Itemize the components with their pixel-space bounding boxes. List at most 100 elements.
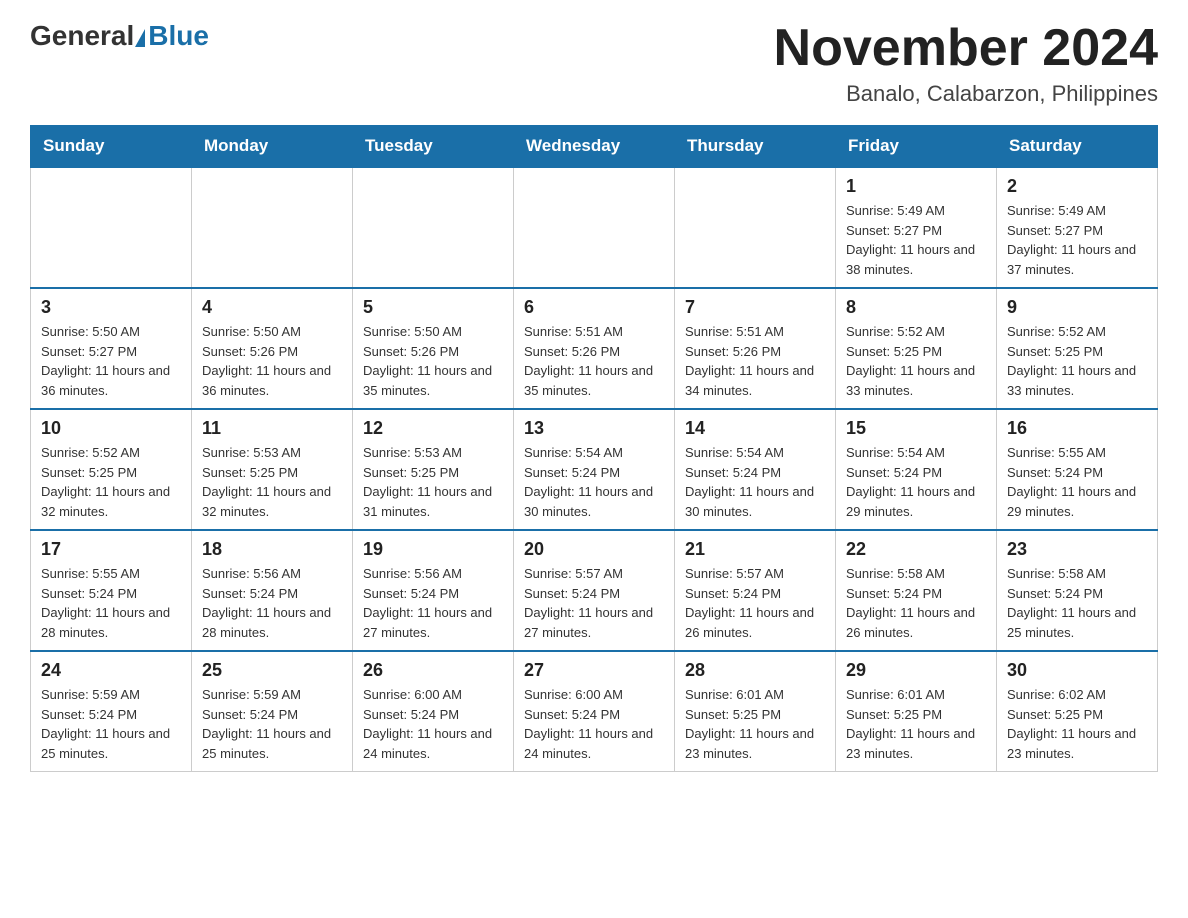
day-info: Sunrise: 5:53 AMSunset: 5:25 PMDaylight:… <box>202 445 331 519</box>
calendar-cell <box>514 167 675 288</box>
calendar-cell: 25Sunrise: 5:59 AMSunset: 5:24 PMDayligh… <box>192 651 353 772</box>
calendar-cell: 11 Sunrise: 5:53 AMSunset: 5:25 PMDayligh… <box>192 409 353 530</box>
calendar-cell <box>353 167 514 288</box>
day-number: 30 <box>1007 660 1147 681</box>
day-number: 14 <box>685 418 825 439</box>
day-info: Sunrise: 6:01 AMSunset: 5:25 PMDaylight:… <box>685 687 814 761</box>
day-number: 18 <box>202 539 342 560</box>
day-info: Sunrise: 5:58 AMSunset: 5:24 PMDaylight:… <box>846 566 975 640</box>
day-info: Sunrise: 5:49 AMSunset: 5:27 PMDaylight:… <box>846 203 975 277</box>
calendar-cell <box>31 167 192 288</box>
calendar-cell: 1 Sunrise: 5:49 AMSunset: 5:27 PMDaylight… <box>836 167 997 288</box>
day-info: Sunrise: 5:50 AMSunset: 5:27 PMDaylight:… <box>41 324 170 398</box>
calendar-cell: 4Sunrise: 5:50 AMSunset: 5:26 PMDaylight… <box>192 288 353 409</box>
day-info: Sunrise: 5:51 AMSunset: 5:26 PMDaylight:… <box>685 324 814 398</box>
day-number: 21 <box>685 539 825 560</box>
calendar-cell: 17 Sunrise: 5:55 AMSunset: 5:24 PMDayligh… <box>31 530 192 651</box>
day-info: Sunrise: 5:56 AMSunset: 5:24 PMDaylight:… <box>363 566 492 640</box>
calendar-cell: 6 Sunrise: 5:51 AMSunset: 5:26 PMDaylight… <box>514 288 675 409</box>
day-info: Sunrise: 5:50 AMSunset: 5:26 PMDaylight:… <box>363 324 492 398</box>
day-number: 2 <box>1007 176 1147 197</box>
day-info: Sunrise: 5:52 AMSunset: 5:25 PMDaylight:… <box>1007 324 1136 398</box>
day-info: Sunrise: 5:57 AMSunset: 5:24 PMDaylight:… <box>685 566 814 640</box>
calendar-table: Sunday Monday Tuesday Wednesday Thursday… <box>30 125 1158 772</box>
day-info: Sunrise: 6:02 AMSunset: 5:25 PMDaylight:… <box>1007 687 1136 761</box>
calendar-cell: 12 Sunrise: 5:53 AMSunset: 5:25 PMDayligh… <box>353 409 514 530</box>
header: General Blue November 2024 Banalo, Calab… <box>30 20 1158 107</box>
day-info: Sunrise: 5:59 AMSunset: 5:24 PMDaylight:… <box>202 687 331 761</box>
calendar-cell: 28 Sunrise: 6:01 AMSunset: 5:25 PMDayligh… <box>675 651 836 772</box>
day-info: Sunrise: 5:51 AMSunset: 5:26 PMDaylight:… <box>524 324 653 398</box>
day-number: 15 <box>846 418 986 439</box>
day-info: Sunrise: 5:59 AMSunset: 5:24 PMDaylight:… <box>41 687 170 761</box>
header-friday: Friday <box>836 126 997 168</box>
day-info: Sunrise: 5:52 AMSunset: 5:25 PMDaylight:… <box>41 445 170 519</box>
calendar-cell: 22 Sunrise: 5:58 AMSunset: 5:24 PMDayligh… <box>836 530 997 651</box>
day-number: 12 <box>363 418 503 439</box>
day-info: Sunrise: 6:01 AMSunset: 5:25 PMDaylight:… <box>846 687 975 761</box>
logo-general-text: General <box>30 20 134 52</box>
calendar-cell: 3Sunrise: 5:50 AMSunset: 5:27 PMDaylight… <box>31 288 192 409</box>
logo-area: General Blue <box>30 20 209 52</box>
calendar-week-row: 24 Sunrise: 5:59 AMSunset: 5:24 PMDayligh… <box>31 651 1158 772</box>
day-info: Sunrise: 5:53 AMSunset: 5:25 PMDaylight:… <box>363 445 492 519</box>
logo-triangle-icon <box>135 29 145 47</box>
calendar-cell: 29 Sunrise: 6:01 AMSunset: 5:25 PMDayligh… <box>836 651 997 772</box>
day-number: 24 <box>41 660 181 681</box>
day-number: 10 <box>41 418 181 439</box>
day-number: 5 <box>363 297 503 318</box>
day-number: 29 <box>846 660 986 681</box>
day-number: 7 <box>685 297 825 318</box>
calendar-cell: 8 Sunrise: 5:52 AMSunset: 5:25 PMDaylight… <box>836 288 997 409</box>
day-number: 16 <box>1007 418 1147 439</box>
header-thursday: Thursday <box>675 126 836 168</box>
calendar-cell: 18 Sunrise: 5:56 AMSunset: 5:24 PMDayligh… <box>192 530 353 651</box>
day-number: 17 <box>41 539 181 560</box>
day-number: 11 <box>202 418 342 439</box>
day-info: Sunrise: 6:00 AMSunset: 5:24 PMDaylight:… <box>363 687 492 761</box>
calendar-cell: 16 Sunrise: 5:55 AMSunset: 5:24 PMDayligh… <box>997 409 1158 530</box>
header-saturday: Saturday <box>997 126 1158 168</box>
day-number: 23 <box>1007 539 1147 560</box>
calendar-cell: 9 Sunrise: 5:52 AMSunset: 5:25 PMDaylight… <box>997 288 1158 409</box>
day-number: 6 <box>524 297 664 318</box>
header-wednesday: Wednesday <box>514 126 675 168</box>
calendar-header-row: Sunday Monday Tuesday Wednesday Thursday… <box>31 126 1158 168</box>
day-info: Sunrise: 5:56 AMSunset: 5:24 PMDaylight:… <box>202 566 331 640</box>
calendar-cell: 19 Sunrise: 5:56 AMSunset: 5:24 PMDayligh… <box>353 530 514 651</box>
day-info: Sunrise: 6:00 AMSunset: 5:24 PMDaylight:… <box>524 687 653 761</box>
day-number: 26 <box>363 660 503 681</box>
day-info: Sunrise: 5:55 AMSunset: 5:24 PMDaylight:… <box>41 566 170 640</box>
day-info: Sunrise: 5:54 AMSunset: 5:24 PMDaylight:… <box>846 445 975 519</box>
day-number: 8 <box>846 297 986 318</box>
header-tuesday: Tuesday <box>353 126 514 168</box>
day-info: Sunrise: 5:52 AMSunset: 5:25 PMDaylight:… <box>846 324 975 398</box>
day-number: 28 <box>685 660 825 681</box>
calendar-cell: 14Sunrise: 5:54 AMSunset: 5:24 PMDayligh… <box>675 409 836 530</box>
calendar-cell: 7 Sunrise: 5:51 AMSunset: 5:26 PMDaylight… <box>675 288 836 409</box>
title-area: November 2024 Banalo, Calabarzon, Philip… <box>774 20 1158 107</box>
calendar-cell: 23Sunrise: 5:58 AMSunset: 5:24 PMDayligh… <box>997 530 1158 651</box>
day-info: Sunrise: 5:57 AMSunset: 5:24 PMDaylight:… <box>524 566 653 640</box>
header-monday: Monday <box>192 126 353 168</box>
calendar-cell: 2 Sunrise: 5:49 AMSunset: 5:27 PMDaylight… <box>997 167 1158 288</box>
calendar-cell: 20Sunrise: 5:57 AMSunset: 5:24 PMDayligh… <box>514 530 675 651</box>
day-info: Sunrise: 5:55 AMSunset: 5:24 PMDaylight:… <box>1007 445 1136 519</box>
calendar-cell <box>675 167 836 288</box>
calendar-cell: 21 Sunrise: 5:57 AMSunset: 5:24 PMDayligh… <box>675 530 836 651</box>
day-info: Sunrise: 5:54 AMSunset: 5:24 PMDaylight:… <box>524 445 653 519</box>
day-info: Sunrise: 5:49 AMSunset: 5:27 PMDaylight:… <box>1007 203 1136 277</box>
calendar-cell: 24 Sunrise: 5:59 AMSunset: 5:24 PMDayligh… <box>31 651 192 772</box>
calendar-cell: 13 Sunrise: 5:54 AMSunset: 5:24 PMDayligh… <box>514 409 675 530</box>
day-info: Sunrise: 5:50 AMSunset: 5:26 PMDaylight:… <box>202 324 331 398</box>
day-number: 22 <box>846 539 986 560</box>
day-number: 27 <box>524 660 664 681</box>
calendar-title: November 2024 <box>774 20 1158 77</box>
logo-blue-text: Blue <box>148 20 209 52</box>
day-number: 19 <box>363 539 503 560</box>
calendar-week-row: 10 Sunrise: 5:52 AMSunset: 5:25 PMDayligh… <box>31 409 1158 530</box>
day-number: 9 <box>1007 297 1147 318</box>
day-number: 1 <box>846 176 986 197</box>
day-number: 13 <box>524 418 664 439</box>
calendar-cell: 30 Sunrise: 6:02 AMSunset: 5:25 PMDayligh… <box>997 651 1158 772</box>
